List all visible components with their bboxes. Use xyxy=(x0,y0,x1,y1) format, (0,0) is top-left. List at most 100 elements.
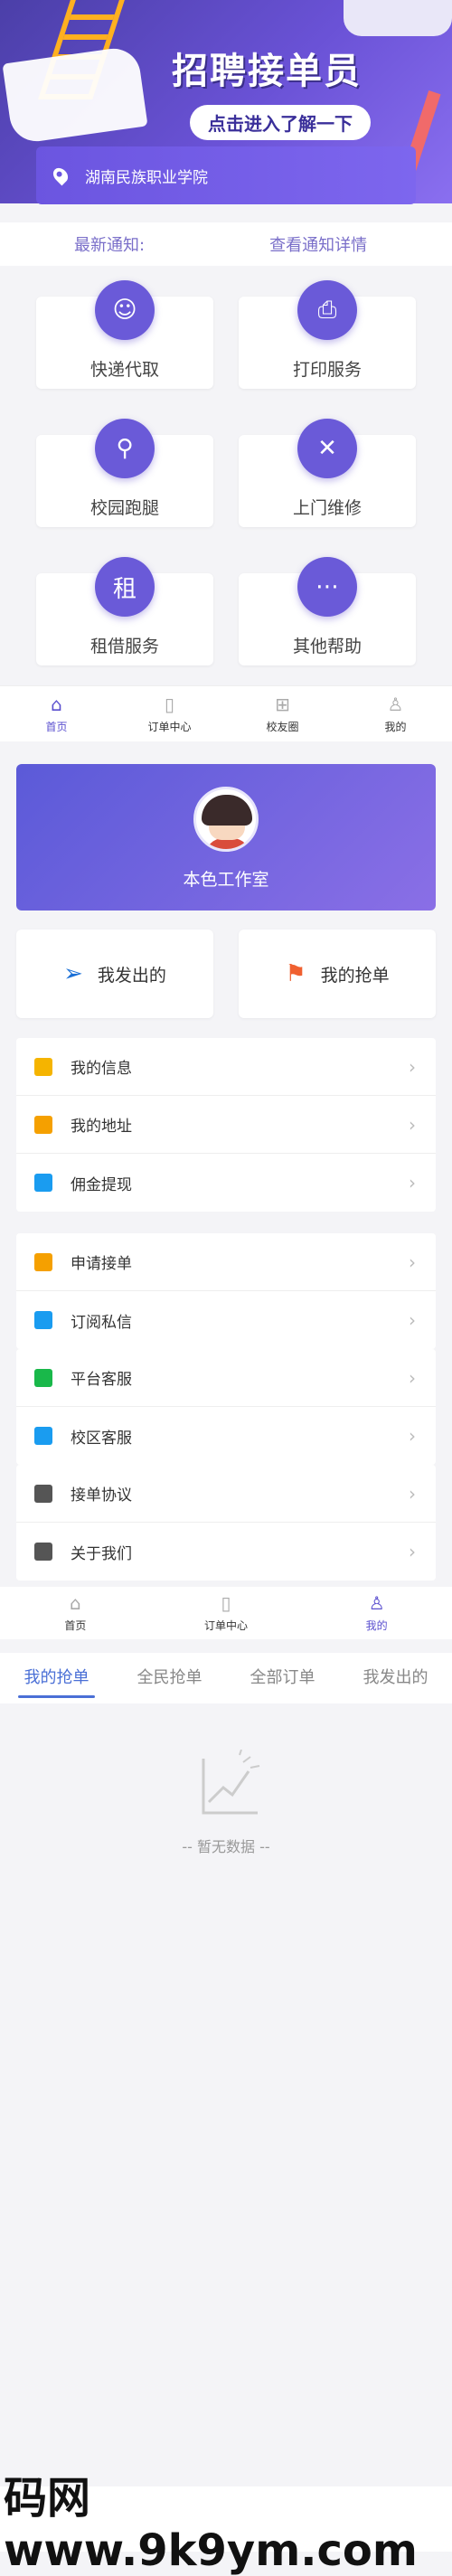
apply-icon xyxy=(34,1252,52,1271)
tab-label: 校友圈 xyxy=(266,721,299,733)
empty-text: -- 暂无数据 -- xyxy=(182,1838,270,1855)
tab-order[interactable]: ▯ 订单中心 xyxy=(151,1592,302,1639)
profile-card[interactable]: 本色工作室 xyxy=(16,764,436,911)
my-sent-label: 我发出的 xyxy=(97,965,166,986)
location-pin-icon xyxy=(34,1115,52,1134)
service-label: 上门维修 xyxy=(292,498,362,518)
order-tab[interactable]: 全民抢单 xyxy=(113,1653,226,1703)
info-card-icon xyxy=(34,1057,52,1076)
about-icon xyxy=(34,1543,52,1561)
paper-plane-icon: ➢ xyxy=(63,960,83,987)
settings-list: 平台客服 › 校区客服 › xyxy=(16,1349,436,1465)
list-item-label: 我的地址 xyxy=(71,1118,132,1136)
chevron-right-icon: › xyxy=(409,1366,416,1389)
order-icon: ▯ xyxy=(164,694,174,715)
list-item-label: 佣金提现 xyxy=(71,1175,132,1194)
list-item[interactable]: 订阅私信 › xyxy=(16,1291,436,1349)
flag-icon: ⚑ xyxy=(285,960,306,987)
service-label: 租借服务 xyxy=(89,637,159,656)
my-sent-button[interactable]: ➢ 我发出的 xyxy=(16,929,213,1018)
list-item[interactable]: 我的地址 › xyxy=(16,1096,436,1154)
chevron-right-icon: › xyxy=(409,1309,416,1331)
notice-detail-link[interactable]: 查看通知详情 xyxy=(269,232,367,256)
settings-list: 接单协议 › 关于我们 › xyxy=(16,1465,436,1581)
watermark: 码网 www.9k9ym.com xyxy=(0,2473,452,2576)
scooter-icon: ⚲ xyxy=(95,419,155,478)
order-tab[interactable]: 全部订单 xyxy=(226,1653,339,1703)
open-book-decoration xyxy=(2,44,148,146)
chevron-right-icon: › xyxy=(409,1541,416,1562)
tab-user[interactable]: ♙ 我的 xyxy=(339,694,452,741)
school-location-bar[interactable]: 湖南民族职业学院 xyxy=(36,146,416,204)
school-name: 湖南民族职业学院 xyxy=(85,168,208,187)
banner-subtitle[interactable]: 点击进入了解一下 xyxy=(190,105,371,140)
tab-store[interactable]: ⊞ 校友圈 xyxy=(226,694,339,741)
tab-label: 我的 xyxy=(384,721,407,733)
chevron-right-icon: › xyxy=(409,1172,416,1194)
user-icon: ♙ xyxy=(368,1592,385,1614)
order-icon: ▯ xyxy=(221,1592,231,1614)
bottom-tabbar-2: ⌂ 首页 ▯ 订单中心 ♙ 我的 xyxy=(0,1587,452,1639)
user-icon: ♙ xyxy=(387,694,404,715)
my-grab-label: 我的抢单 xyxy=(320,965,390,986)
empty-chart-icon xyxy=(202,1749,260,1815)
delivery-person-icon: ☺ xyxy=(95,280,155,340)
tab-user[interactable]: ♙ 我的 xyxy=(301,1592,452,1639)
service-label: 校园跑腿 xyxy=(89,498,159,518)
profile-name: 本色工作室 xyxy=(183,870,269,890)
more-icon: ⋯ xyxy=(297,557,357,617)
tab-order[interactable]: ▯ 订单中心 xyxy=(113,694,226,741)
avatar[interactable] xyxy=(193,787,259,852)
settings-list: 申请接单 › 订阅私信 › xyxy=(16,1233,436,1349)
chevron-right-icon: › xyxy=(409,1250,416,1273)
order-tab[interactable]: 我的抢单 xyxy=(0,1653,113,1703)
notice-label: 最新通知: xyxy=(74,236,146,255)
bottom-tabbar: ⌂ 首页 ▯ 订单中心 ⊞ 校友圈 ♙ 我的 xyxy=(0,685,452,741)
list-item-label: 我的信息 xyxy=(71,1060,132,1078)
service-label: 快递代取 xyxy=(89,360,159,380)
tab-home[interactable]: ⌂ 首页 xyxy=(0,1592,151,1639)
empty-state: -- 暂无数据 -- xyxy=(0,1749,452,1856)
list-item[interactable]: 关于我们 › xyxy=(16,1523,436,1581)
bell-icon xyxy=(34,1311,52,1329)
headset-icon xyxy=(34,1427,52,1445)
tab-label: 首页 xyxy=(45,721,68,733)
chevron-right-icon: › xyxy=(409,1425,416,1447)
tab-label: 订单中心 xyxy=(204,1619,249,1632)
store-icon: ⊞ xyxy=(275,694,290,715)
tab-label: 订单中心 xyxy=(147,721,192,733)
list-item[interactable]: 申请接单 › xyxy=(16,1233,436,1291)
wrench-icon: ✕ xyxy=(297,419,357,478)
tab-home[interactable]: ⌂ 首页 xyxy=(0,694,113,741)
document-icon xyxy=(34,1484,52,1503)
printer-icon: ⎙ xyxy=(297,280,357,340)
list-item[interactable]: 我的信息 › xyxy=(16,1038,436,1096)
order-tab[interactable]: 我发出的 xyxy=(339,1653,452,1703)
card-icon xyxy=(34,1174,52,1192)
list-item-label: 接单协议 xyxy=(71,1486,132,1505)
book-decoration xyxy=(344,0,452,36)
banner-title: 招聘接单员 xyxy=(172,51,362,92)
order-tabs: 我的抢单 全民抢单 全部订单 我发出的 xyxy=(0,1653,452,1703)
settings-list: 我的信息 › 我的地址 › 佣金提现 › xyxy=(16,1038,436,1212)
list-item[interactable]: 佣金提现 › xyxy=(16,1154,436,1212)
list-item-label: 申请接单 xyxy=(71,1255,132,1273)
list-item-label: 关于我们 xyxy=(71,1544,132,1563)
chevron-right-icon: › xyxy=(409,1113,416,1136)
location-pin-icon xyxy=(50,165,71,186)
home-icon: ⌂ xyxy=(51,694,62,715)
my-grab-button[interactable]: ⚑ 我的抢单 xyxy=(239,929,436,1018)
service-label: 其他帮助 xyxy=(292,637,362,656)
list-item[interactable]: 校区客服 › xyxy=(16,1407,436,1465)
chevron-right-icon: › xyxy=(409,1055,416,1078)
list-item-label: 平台客服 xyxy=(71,1371,132,1389)
home-icon: ⌂ xyxy=(69,1592,81,1614)
tab-label: 首页 xyxy=(64,1619,87,1632)
chevron-right-icon: › xyxy=(409,1482,416,1505)
list-item[interactable]: 平台客服 › xyxy=(16,1349,436,1407)
list-item-label: 订阅私信 xyxy=(71,1313,132,1332)
list-item-label: 校区客服 xyxy=(71,1429,132,1448)
wechat-icon xyxy=(34,1368,52,1387)
notice-bar: 最新通知: 查看通知详情 xyxy=(0,222,452,266)
list-item[interactable]: 接单协议 › xyxy=(16,1465,436,1523)
